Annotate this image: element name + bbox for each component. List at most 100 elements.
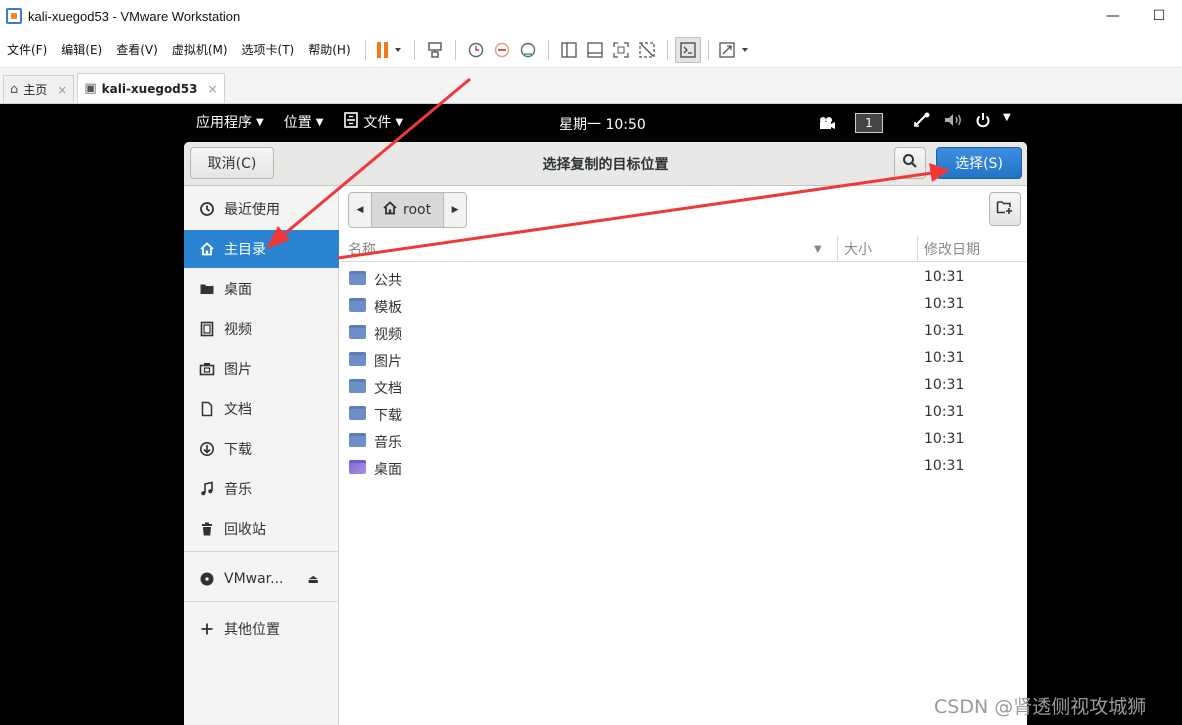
file-cabinet-icon: [343, 112, 359, 132]
sidebar-item-pictures[interactable]: 图片: [184, 350, 339, 388]
sidebar-item-desktop[interactable]: 桌面: [184, 270, 339, 308]
clock[interactable]: 星期一 10:50: [559, 114, 646, 134]
column-size[interactable]: 大小: [837, 236, 917, 262]
thumbnail-bar-icon[interactable]: [582, 37, 608, 63]
sidebar-item-vmware-disc[interactable]: VMwar... ⏏: [184, 560, 339, 598]
menu-view[interactable]: 查看(V): [109, 41, 165, 58]
minimize-button[interactable]: —: [1090, 0, 1136, 32]
file-name: 公共: [374, 273, 402, 289]
file-row[interactable]: 视频 10:31: [340, 319, 1027, 346]
sidebar-item-documents[interactable]: 文档: [184, 390, 339, 428]
folder-desktop-icon: [349, 460, 366, 474]
folder-music-icon: [349, 433, 366, 447]
menu-tabs[interactable]: 选项卡(T): [235, 41, 302, 58]
sidebar-item-recent[interactable]: 最近使用: [184, 190, 339, 228]
menu-help[interactable]: 帮助(H): [301, 41, 357, 58]
places-menu[interactable]: 位置 ▼: [284, 112, 324, 132]
file-list-area: ◀ root ▶ 名称 ▼ 大小 修改日期 公共 10:31 模板 10:31 …: [340, 186, 1027, 725]
menu-edit[interactable]: 编辑(E): [54, 41, 109, 58]
cancel-button[interactable]: 取消(C): [190, 147, 274, 179]
file-row[interactable]: 模板 10:31: [340, 292, 1027, 319]
file-name: 视频: [374, 327, 402, 343]
sidebar-item-other-locations[interactable]: 其他位置: [184, 610, 339, 648]
system-tray[interactable]: ▼: [913, 112, 1011, 132]
places-sidebar: 最近使用 主目录 桌面 视频 图片 文档 下载 音乐 回收站 VMwar... …: [184, 186, 339, 725]
revert-snapshot-icon[interactable]: [489, 37, 515, 63]
vm-tab-bar: ⌂ 主页 × ▣ kali-xuegod53 ×: [0, 68, 1182, 104]
stretch-guest-icon[interactable]: [716, 37, 756, 63]
maximize-button[interactable]: ☐: [1136, 0, 1182, 32]
search-button[interactable]: [894, 147, 926, 179]
sidebar-item-label: 桌面: [224, 282, 252, 298]
sidebar-item-trash[interactable]: 回收站: [184, 510, 339, 548]
gnome-top-bar: 应用程序 ▼ 位置 ▼ 文件 ▼ 星期一 10:50 1 ▼: [183, 104, 1027, 140]
path-forward-arrow-icon[interactable]: ▶: [444, 193, 467, 227]
menu-file[interactable]: 文件(F): [0, 41, 54, 58]
fullscreen-icon[interactable]: [608, 37, 634, 63]
close-icon[interactable]: ×: [57, 83, 67, 97]
sidebar-divider: [184, 601, 339, 602]
snapshot-manager-icon[interactable]: [515, 37, 541, 63]
path-back-arrow-icon[interactable]: ◀: [349, 193, 371, 227]
caret-down-icon: ▼: [1003, 112, 1011, 123]
sidebar-item-music[interactable]: 音乐: [184, 470, 339, 508]
eject-icon[interactable]: ⏏: [308, 572, 319, 586]
path-bar: ◀ root ▶: [348, 192, 468, 228]
tab-kali-xuegod53[interactable]: ▣ kali-xuegod53 ×: [77, 73, 225, 103]
tab-home[interactable]: ⌂ 主页 ×: [3, 75, 75, 103]
snapshot-icon[interactable]: [463, 37, 489, 63]
sidebar-divider: [184, 551, 339, 552]
column-modified[interactable]: 修改日期: [917, 236, 1027, 262]
file-row[interactable]: 图片 10:31: [340, 346, 1027, 373]
disc-icon: [198, 571, 216, 587]
toolbar-separator: [364, 39, 366, 60]
file-row[interactable]: 桌面 10:31: [340, 454, 1027, 481]
menu-vm[interactable]: 虚拟机(M): [165, 41, 235, 58]
video-camera-icon[interactable]: [813, 113, 841, 133]
toolbar-separator: [454, 39, 456, 60]
file-row[interactable]: 文档 10:31: [340, 373, 1027, 400]
guest-screen[interactable]: 应用程序 ▼ 位置 ▼ 文件 ▼ 星期一 10:50 1 ▼ 取消(C) 选择复…: [0, 104, 1182, 725]
applications-menu[interactable]: 应用程序 ▼: [196, 112, 264, 132]
pause-icon[interactable]: [373, 37, 407, 63]
send-ctrl-alt-del-icon[interactable]: [422, 37, 448, 63]
folder-pictures-icon: [349, 352, 366, 366]
path-segment-root[interactable]: root: [371, 193, 445, 227]
sidebar-item-videos[interactable]: 视频: [184, 310, 339, 348]
document-icon: [198, 401, 216, 417]
file-name: 音乐: [374, 435, 402, 451]
window-controls: — ☐: [1090, 0, 1182, 32]
file-row[interactable]: 下载 10:31: [340, 400, 1027, 427]
new-folder-icon: [996, 199, 1014, 219]
sidebar-item-label: 主目录: [224, 242, 266, 258]
vm-running-icon: ▣: [84, 81, 97, 96]
window-title: kali-xuegod53 - VMware Workstation: [28, 8, 241, 24]
column-name[interactable]: 名称: [348, 236, 376, 262]
music-icon: [198, 481, 216, 497]
file-row[interactable]: 音乐 10:31: [340, 427, 1027, 454]
workspace-indicator[interactable]: 1: [855, 113, 883, 133]
sidebar-item-label: 视频: [224, 322, 252, 338]
unity-icon[interactable]: [634, 37, 660, 63]
new-folder-button[interactable]: [989, 192, 1021, 226]
file-chooser-dialog: 取消(C) 选择复制的目标位置 选择(S) 最近使用 主目录 桌面 视频 图片 …: [184, 142, 1027, 725]
file-modified: 10:31: [924, 458, 965, 474]
close-icon[interactable]: ×: [207, 82, 217, 96]
file-name: 模板: [374, 300, 402, 316]
toolbar-separator: [707, 39, 709, 60]
sidebar-item-label: VMwar...: [224, 571, 284, 587]
file-name: 桌面: [374, 462, 402, 478]
sidebar-item-downloads[interactable]: 下载: [184, 430, 339, 468]
sidebar-toggle-icon[interactable]: [556, 37, 582, 63]
home-icon: ⌂: [10, 82, 19, 97]
files-menu[interactable]: 文件 ▼: [343, 112, 403, 132]
menubar: 文件(F) 编辑(E) 查看(V) 虚拟机(M) 选项卡(T) 帮助(H): [0, 32, 1182, 68]
select-button[interactable]: 选择(S): [936, 147, 1022, 179]
console-view-icon[interactable]: [674, 36, 701, 63]
sidebar-item-home[interactable]: 主目录: [184, 230, 339, 268]
watermark: CSDN @肾透侧视攻城狮: [934, 696, 1147, 718]
folder-documents-icon: [349, 379, 366, 393]
file-row[interactable]: 公共 10:31: [340, 265, 1027, 292]
picture-icon: [198, 361, 216, 377]
trash-icon: [198, 521, 216, 537]
